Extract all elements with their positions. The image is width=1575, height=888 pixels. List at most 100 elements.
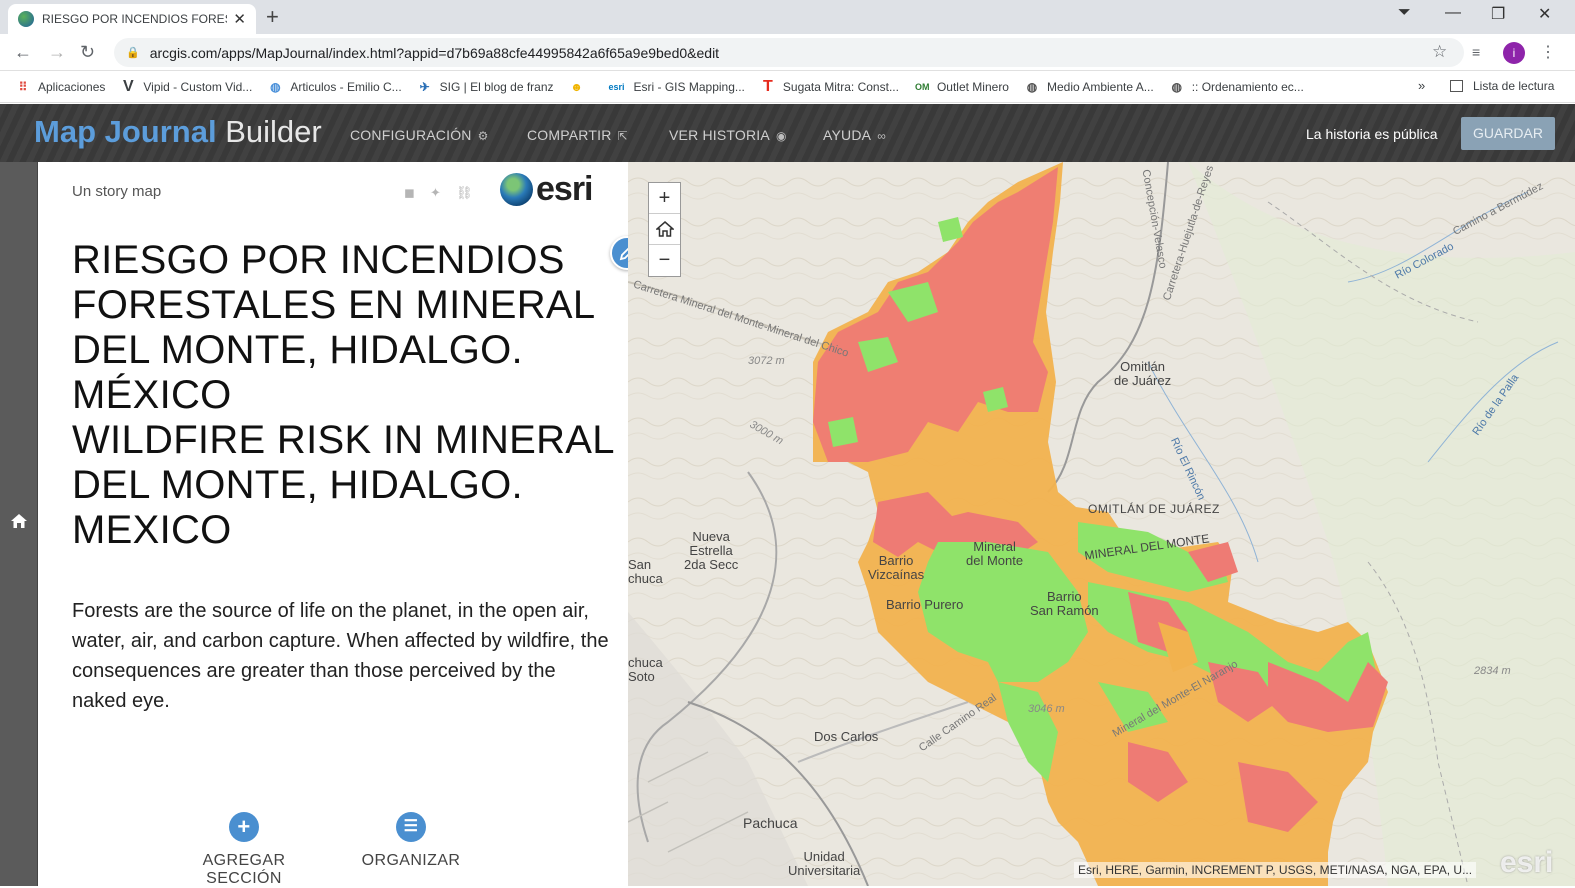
ted-logo-icon: T xyxy=(763,77,773,95)
story-title: RIESGO POR INCENDIOS FORESTALES EN MINER… xyxy=(72,238,615,553)
bookmark-label: Articulos - Emilio C... xyxy=(290,79,402,94)
globe-icon: ◍ xyxy=(1026,79,1038,94)
bookmark-item[interactable]: esri Esri - GIS Mapping... xyxy=(608,80,745,94)
powered-by-esri-logo[interactable]: esri xyxy=(1500,846,1553,880)
title-line: MEXICO xyxy=(72,508,232,552)
menu-ver-historia[interactable]: VER HISTORIA ◉ xyxy=(669,127,787,143)
title-line: DEL MONTE, HIDALGO. xyxy=(72,328,523,372)
link-icon[interactable]: ⛓ xyxy=(456,185,473,201)
add-section-button[interactable]: + AGREGAR SECCIÓN xyxy=(168,812,320,888)
map-label: chuca Soto xyxy=(628,655,663,684)
back-icon[interactable]: ← xyxy=(14,42,32,63)
share-icon: ⇱ xyxy=(617,129,628,143)
reload-icon[interactable]: ↻ xyxy=(80,42,95,63)
list-icon: ☰ xyxy=(396,812,426,842)
bookmark-item[interactable]: ⠿ Aplicaciones xyxy=(16,79,106,94)
section-navigation-bar xyxy=(0,162,38,886)
bookmark-label: Outlet Minero xyxy=(936,79,1009,94)
plus-icon: + xyxy=(229,812,259,842)
satellite-icon: ✈ xyxy=(419,79,430,94)
bookmark-item[interactable]: ◍ Articulos - Emilio C... xyxy=(268,79,402,94)
new-tab-button[interactable]: + xyxy=(266,4,279,30)
minimize-icon[interactable]: — xyxy=(1445,4,1461,22)
bookmarks-bar: ⠿ Aplicaciones V Vipid - Custom Vid... ◍ Ar… xyxy=(0,71,1575,103)
browser-menu-icon[interactable]: ⋮ xyxy=(1540,42,1556,62)
bookmark-item[interactable]: OM Outlet Minero xyxy=(915,80,1009,94)
menu-ayuda[interactable]: AYUDA ∞ xyxy=(823,127,886,143)
bookmark-item[interactable]: T Sugata Mitra: Const... xyxy=(761,77,899,95)
close-window-icon[interactable]: ✕ xyxy=(1538,4,1551,24)
menu-compartir[interactable]: COMPARTIR ⇱ xyxy=(527,127,628,143)
map-label: OMITLÁN DE JUÁREZ xyxy=(1088,502,1220,516)
esri-wordmark: esri xyxy=(536,170,593,208)
organize-label: ORGANIZAR xyxy=(361,852,461,869)
storymap-label: Un story map xyxy=(72,183,162,200)
map-attribution[interactable]: Esri, HERE, Garmin, INCREMENT P, USGS, M… xyxy=(1074,862,1477,878)
title-line: RIESGO POR INCENDIOS xyxy=(72,238,565,282)
close-tab-icon[interactable]: ✕ xyxy=(233,10,246,28)
bookmark-item[interactable]: V Vipid - Custom Vid... xyxy=(121,77,253,95)
forward-icon[interactable]: → xyxy=(48,42,66,63)
elevation-label: 3046 m xyxy=(1028,703,1065,715)
binoculars-icon: ∞ xyxy=(877,129,886,143)
browser-tab[interactable]: RIESGO POR INCENDIOS FORES ✕ xyxy=(8,4,256,34)
esri-logo-icon: esri xyxy=(608,81,625,92)
bookmark-label: Vipid - Custom Vid... xyxy=(143,79,253,94)
globe-icon: ◍ xyxy=(270,79,281,94)
add-section-label: AGREGAR SECCIÓN xyxy=(202,852,286,887)
esri-logo[interactable]: esri xyxy=(500,170,593,209)
map-label: Barrio Purero xyxy=(886,597,964,612)
bookmark-item[interactable]: ◍ Medio Ambiente A... xyxy=(1025,80,1154,94)
map-label: Dos Carlos xyxy=(814,729,879,744)
builder-header: Map Journal Builder CONFIGURACIÓN ⚙ COMPA… xyxy=(0,104,1575,162)
lock-icon[interactable]: 🔒 xyxy=(126,46,140,59)
map-label: Barrio San Ramón xyxy=(1030,589,1099,618)
bookmark-label: Aplicaciones xyxy=(38,79,106,94)
map-label: Barrio Vizcaínas xyxy=(868,553,925,582)
map-label: San chuca xyxy=(628,557,663,586)
media-queue-icon[interactable]: ≡ xyxy=(1472,44,1480,60)
reading-list-icon xyxy=(1450,80,1463,92)
profile-dropdown-icon[interactable]: ⏷ xyxy=(1398,4,1411,22)
wildfire-risk-layer[interactable] xyxy=(628,162,1575,886)
map-label: Nueva Estrella 2da Secc xyxy=(684,529,739,572)
gears-icon: ⚙ xyxy=(477,129,489,143)
zoom-in-button[interactable]: + xyxy=(649,183,680,214)
home-icon[interactable] xyxy=(10,512,28,530)
story-body-text: Forests are the source of life on the pl… xyxy=(72,600,609,712)
eye-icon: ◉ xyxy=(775,129,787,143)
public-status: La historia es pública xyxy=(1306,126,1438,142)
bookmark-item[interactable]: ✈ SIG | El blog de franz xyxy=(418,80,554,94)
zoom-out-button[interactable]: − xyxy=(649,245,680,276)
menu-configuracion[interactable]: CONFIGURACIÓN ⚙ xyxy=(350,127,489,143)
vipid-logo-icon: V xyxy=(123,77,134,95)
bookmarks-overflow-button[interactable]: » xyxy=(1418,78,1425,93)
menu-label: AYUDA xyxy=(823,127,872,143)
save-button[interactable]: GUARDAR xyxy=(1461,117,1555,150)
restore-icon[interactable]: ❐ xyxy=(1491,4,1505,24)
elevation-label: 2834 m xyxy=(1474,665,1511,677)
title-line: DEL MONTE, HIDALGO. xyxy=(72,463,523,507)
address-bar-row: ← → ↻ 🔒 arcgis.com/apps/MapJournal/index… xyxy=(0,34,1575,71)
tab-title: RIESGO POR INCENDIOS FORES xyxy=(42,12,228,26)
title-line: FORESTALES EN MINERAL xyxy=(72,283,596,327)
reading-list-button[interactable]: Lista de lectura xyxy=(1450,79,1554,93)
home-extent-button[interactable] xyxy=(649,214,680,245)
globe-icon: ◍ xyxy=(1171,79,1182,94)
twitter-icon[interactable]: ✦ xyxy=(430,185,441,201)
story-side-panel: Un story map ◼ ✦ ⛓ esri RIESGO POR INCEN… xyxy=(38,162,644,888)
map-view[interactable]: + − Omitlán de Juárez OMITLÁN DE JUÁREZ … xyxy=(628,162,1575,886)
bookmark-label: :: Ordenamiento ec... xyxy=(1191,79,1304,94)
bookmark-item[interactable]: ◍:: Ordenamiento ec... xyxy=(1170,79,1304,94)
bookmark-star-icon[interactable]: ☆ xyxy=(1432,42,1447,62)
bookmark-item[interactable]: ☻ xyxy=(570,80,592,94)
menu-label: VER HISTORIA xyxy=(669,127,770,143)
facebook-icon[interactable]: ◼ xyxy=(404,185,415,201)
bookmark-label: Sugata Mitra: Const... xyxy=(782,79,899,94)
map-label: Mineral del Monte xyxy=(966,539,1024,568)
profile-avatar[interactable]: i xyxy=(1503,42,1525,64)
url-field[interactable]: 🔒 arcgis.com/apps/MapJournal/index.html?… xyxy=(114,38,1464,67)
brand-bold: Map Journal xyxy=(34,114,217,149)
organize-button[interactable]: ☰ ORGANIZAR xyxy=(360,812,462,870)
apps-grid-icon: ⠿ xyxy=(18,79,28,94)
